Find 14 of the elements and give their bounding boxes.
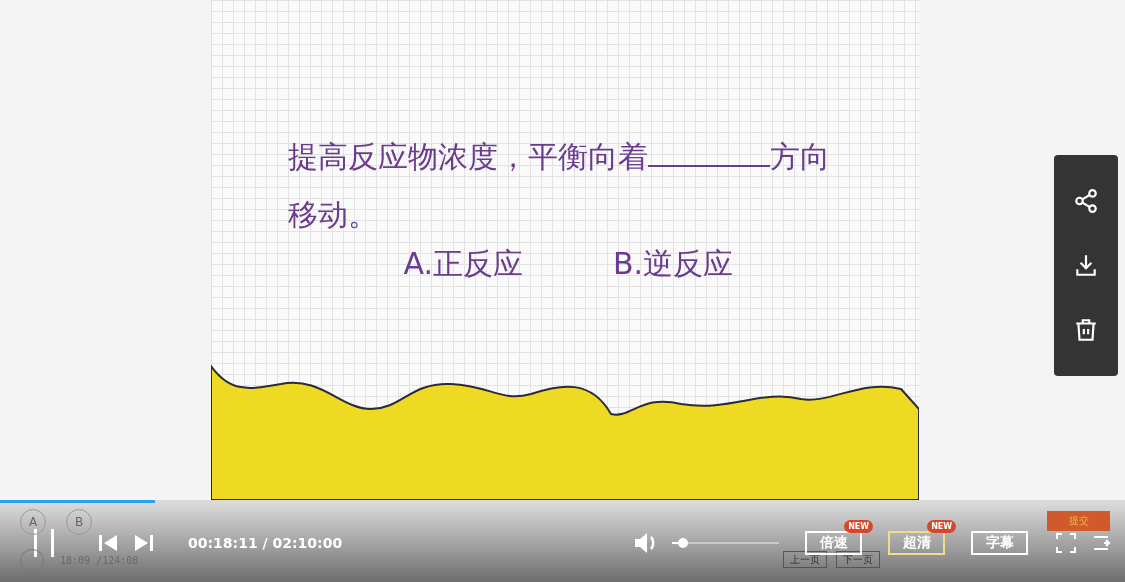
volume-thumb[interactable]: [677, 537, 688, 548]
previous-icon[interactable]: [98, 533, 118, 552]
answer-option: A.正反应: [403, 244, 524, 285]
new-badge: NEW: [844, 519, 874, 533]
progress-track[interactable]: [0, 500, 1125, 503]
new-badge: NEW: [927, 519, 957, 533]
answer-option: B.逆反应: [613, 244, 734, 285]
submit-button[interactable]: 提交: [1047, 511, 1110, 531]
fullscreen-icon[interactable]: [1056, 532, 1077, 553]
next-icon[interactable]: [134, 533, 154, 552]
pause-icon[interactable]: [32, 528, 56, 557]
playback-time: 00:18:11 / 02:10:00: [188, 534, 343, 551]
player-option-button[interactable]: 字幕: [971, 530, 1029, 555]
question-text: 提高反应物浓度，平衡向着 方向移动。: [287, 128, 848, 244]
